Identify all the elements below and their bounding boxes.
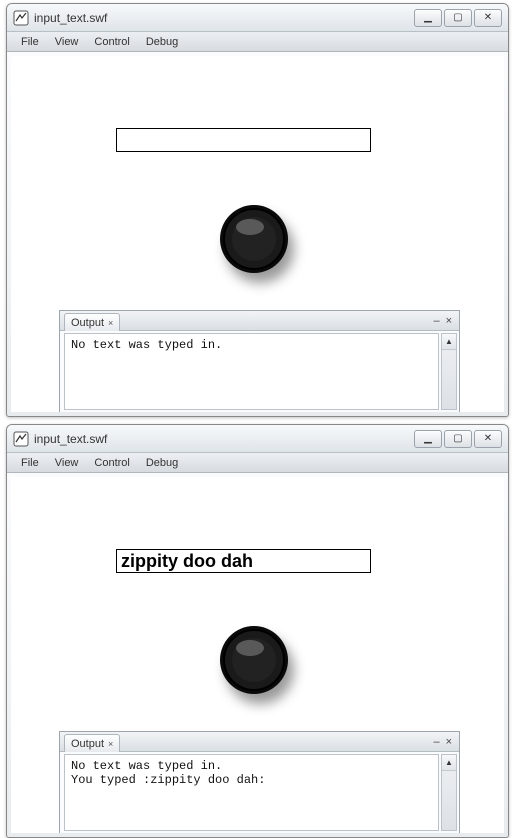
menu-debug[interactable]: Debug	[138, 455, 186, 471]
scrollbar[interactable]: ▲	[441, 333, 457, 410]
menu-file[interactable]: File	[13, 34, 47, 50]
output-panel: Output × – × No text was typed in. You t…	[59, 731, 460, 833]
output-tab-label: Output	[71, 317, 104, 329]
tab-close-icon[interactable]: ×	[108, 318, 113, 328]
output-panel: Output × – × No text was typed in. ▲	[59, 310, 460, 412]
output-tab-label: Output	[71, 738, 104, 750]
maximize-button[interactable]: ▢	[444, 9, 472, 27]
panel-close-icon[interactable]: ×	[443, 736, 455, 748]
scrollbar[interactable]: ▲	[441, 754, 457, 831]
scroll-up-arrow-icon[interactable]: ▲	[442, 755, 456, 771]
close-button[interactable]: ✕	[474, 9, 502, 27]
close-button[interactable]: ✕	[474, 430, 502, 448]
text-input[interactable]	[116, 128, 371, 152]
output-panel-head[interactable]: Output × – ×	[60, 311, 459, 331]
output-tab[interactable]: Output ×	[64, 734, 120, 752]
titlebar[interactable]: input_text.swf ▁ ▢ ✕	[7, 425, 508, 453]
window-title: input_text.swf	[34, 11, 107, 25]
menubar: File View Control Debug	[7, 32, 508, 52]
menu-view[interactable]: View	[47, 455, 87, 471]
titlebar[interactable]: input_text.swf ▁ ▢ ✕	[7, 4, 508, 32]
output-tab[interactable]: Output ×	[64, 313, 120, 331]
app-icon	[13, 10, 29, 26]
output-text: No text was typed in. You typed :zippity…	[64, 754, 439, 831]
menu-file[interactable]: File	[13, 455, 47, 471]
minimize-button[interactable]: ▁	[414, 430, 442, 448]
tab-close-icon[interactable]: ×	[108, 739, 113, 749]
panel-minimize-icon[interactable]: –	[430, 736, 442, 748]
output-text: No text was typed in.	[64, 333, 439, 410]
minimize-button[interactable]: ▁	[414, 9, 442, 27]
menu-view[interactable]: View	[47, 34, 87, 50]
flash-player-window: input_text.swf ▁ ▢ ✕ File View Control D…	[6, 3, 509, 417]
stage: Output × – × No text was typed in. ▲	[11, 56, 504, 412]
window-title: input_text.swf	[34, 432, 107, 446]
panel-close-icon[interactable]: ×	[443, 315, 455, 327]
submit-button[interactable]	[216, 201, 292, 277]
output-panel-head[interactable]: Output × – ×	[60, 732, 459, 752]
menubar: File View Control Debug	[7, 453, 508, 473]
panel-minimize-icon[interactable]: –	[430, 315, 442, 327]
menu-control[interactable]: Control	[86, 455, 137, 471]
text-input[interactable]	[116, 549, 371, 573]
stage: Output × – × No text was typed in. You t…	[11, 477, 504, 833]
menu-debug[interactable]: Debug	[138, 34, 186, 50]
maximize-button[interactable]: ▢	[444, 430, 472, 448]
submit-button[interactable]	[216, 622, 292, 698]
scroll-up-arrow-icon[interactable]: ▲	[442, 334, 456, 350]
menu-control[interactable]: Control	[86, 34, 137, 50]
app-icon	[13, 431, 29, 447]
flash-player-window: input_text.swf ▁ ▢ ✕ File View Control D…	[6, 424, 509, 838]
